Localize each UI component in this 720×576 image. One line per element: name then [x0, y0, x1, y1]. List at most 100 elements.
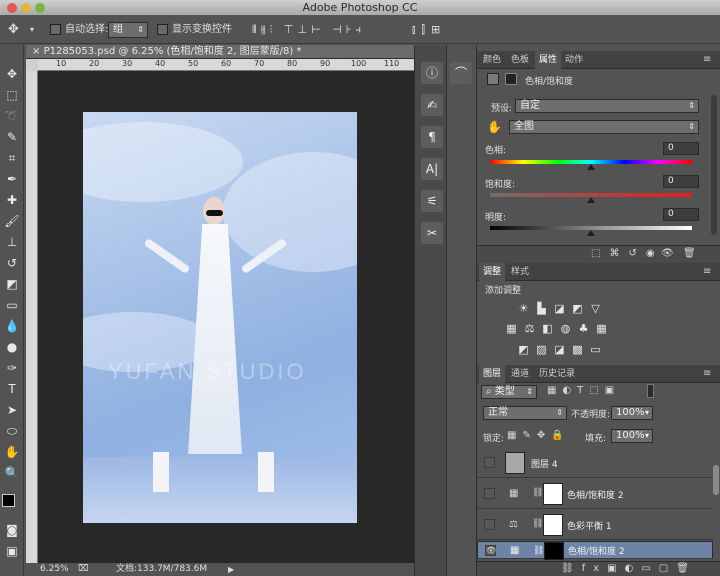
threshold-icon[interactable]: ◪ — [553, 343, 566, 356]
layers-footer-icons[interactable]: ⛓fx▣◐▭▢🗑 — [561, 563, 697, 574]
document-tab[interactable]: × P1285053.psd @ 6.25% (色相/饱和度 2, 图层蒙版/8… — [26, 45, 414, 59]
path-icon[interactable]: ⌒ — [450, 62, 472, 84]
tab-history[interactable]: 历史记录 — [539, 365, 575, 383]
distribute-icons[interactable]: ⫾⫿⊞ — [412, 22, 446, 38]
stamp-tool-icon[interactable]: ⊥ — [3, 233, 21, 251]
curves-icon[interactable]: ◪ — [553, 302, 566, 315]
layer-filter-dropdown[interactable]: ⌕ 类型 ⇕ — [481, 385, 537, 399]
auto-select-dropdown[interactable]: 组 ⇕ — [108, 22, 148, 38]
healing-tool-icon[interactable]: ✚ — [3, 191, 21, 209]
chevron-down-icon[interactable]: ▾ — [30, 22, 34, 38]
brush-tool-icon[interactable]: 🖌 — [3, 212, 21, 230]
gradient-tool-icon[interactable]: ▭ — [3, 296, 21, 314]
tab-swatches[interactable]: 色板 — [511, 51, 529, 69]
panel-menu-icon[interactable]: ≡ — [703, 263, 711, 281]
zoom-window-button[interactable] — [35, 3, 45, 13]
close-window-button[interactable] — [7, 3, 17, 13]
link-icon[interactable]: ⛓ — [532, 488, 543, 498]
photo-filter-icon[interactable]: ◍ — [559, 322, 572, 335]
layer-mask-thumbnail[interactable] — [543, 514, 563, 536]
levels-icon[interactable]: ▙ — [535, 302, 548, 315]
eraser-tool-icon[interactable]: ◩ — [3, 275, 21, 293]
document-image[interactable]: YUFAN STUDIO — [83, 112, 357, 523]
color-balance-icon[interactable]: ⚖ — [523, 322, 536, 335]
invert-icon[interactable]: ◩ — [517, 343, 530, 356]
paragraph-icon[interactable]: ¶ — [421, 126, 443, 148]
shape-tool-icon[interactable]: ⬭ — [3, 422, 21, 440]
history-brush-icon[interactable]: ↺ — [3, 254, 21, 272]
blend-mode-dropdown[interactable]: 正常 ⇕ — [483, 406, 567, 420]
layer-row[interactable]: ▦ ⛓ 色相/饱和度 2 — [477, 479, 713, 509]
visibility-toggle[interactable] — [484, 519, 495, 530]
show-transform-checkbox[interactable] — [157, 24, 168, 35]
exposure-icon[interactable]: ◩ — [571, 302, 584, 315]
quick-mask-icon[interactable]: ◙ — [3, 521, 21, 539]
marquee-tool-icon[interactable]: ⬚ — [3, 86, 21, 104]
pen-tool-icon[interactable]: ✑ — [3, 359, 21, 377]
quick-select-tool-icon[interactable]: ✎ — [3, 128, 21, 146]
channel-mixer-icon[interactable]: ♣ — [577, 322, 590, 335]
preset-dropdown[interactable]: 自定 ⇕ — [515, 99, 699, 113]
layer-mask-thumbnail[interactable] — [543, 483, 563, 505]
blur-tool-icon[interactable]: 💧 — [3, 317, 21, 335]
screen-mode-icon[interactable]: ▣ — [3, 542, 21, 560]
target-adjust-icon[interactable]: ✋ — [487, 120, 502, 134]
hue-slider-thumb[interactable] — [587, 164, 595, 170]
hue-input[interactable]: 0 — [663, 142, 699, 155]
layers-scrollbar[interactable] — [713, 465, 719, 495]
lasso-tool-icon[interactable]: ➰ — [3, 107, 21, 125]
move-tool-icon[interactable]: ✥ — [8, 22, 19, 38]
path-select-tool-icon[interactable]: ➤ — [3, 401, 21, 419]
auto-select-checkbox[interactable] — [50, 24, 61, 35]
foreground-color-swatch[interactable] — [2, 494, 15, 507]
layer-filter-icons[interactable]: ▦◐T⬚▣ — [547, 385, 620, 396]
fill-field[interactable]: 100% ▾ — [611, 429, 653, 443]
lightness-slider-thumb[interactable] — [587, 230, 595, 236]
selective-color-icon[interactable]: ▩ — [571, 343, 584, 356]
eyedropper-tool-icon[interactable]: ✒ — [3, 170, 21, 188]
delete-icon[interactable]: 🗑 — [683, 248, 696, 259]
channel-dropdown[interactable]: 全图 ⇕ — [509, 120, 699, 134]
align-icons[interactable]: ⫴⫵⫶ ⊤⊥⊢ ⊣⊦⫞ — [252, 22, 365, 38]
tab-styles[interactable]: 样式 — [511, 263, 529, 281]
black-white-icon[interactable]: ◧ — [541, 322, 554, 335]
visibility-toggle[interactable] — [484, 488, 495, 499]
visibility-eye-icon[interactable]: 👁 — [661, 248, 674, 259]
vertical-ruler[interactable] — [26, 71, 38, 563]
link-icon[interactable]: ⛓ — [533, 544, 544, 558]
brightness-icon[interactable]: ☀ — [517, 302, 530, 315]
tab-actions[interactable]: 动作 — [565, 51, 583, 69]
zoom-level[interactable]: 6.25% — [40, 563, 69, 576]
properties-scrollbar[interactable] — [711, 95, 717, 235]
layer-row-selected[interactable]: 👁 ▦ ⛓ 色相/饱和度 2 — [477, 541, 713, 560]
tab-channels[interactable]: 通道 — [511, 365, 529, 383]
panel-menu-icon[interactable]: ≡ — [703, 51, 711, 69]
character-icon[interactable]: A| — [421, 158, 443, 180]
tool-preset-icon[interactable]: ✂ — [421, 222, 443, 244]
opacity-field[interactable]: 100% ▾ — [611, 406, 653, 420]
play-icon[interactable]: ▶ — [228, 563, 234, 576]
link-icon[interactable]: ⛓ — [532, 519, 543, 529]
posterize-icon[interactable]: ▨ — [535, 343, 548, 356]
type-tool-icon[interactable]: T — [3, 380, 21, 398]
hand-tool-icon[interactable]: ✋ — [3, 443, 21, 461]
layer-row[interactable]: 图层 4 — [477, 448, 713, 478]
filter-toggle[interactable] — [647, 384, 654, 398]
info-icon[interactable]: ⓘ — [421, 62, 443, 84]
layer-mask-thumbnail[interactable] — [544, 542, 564, 560]
lock-icons[interactable]: ▦✎✥🔒 — [507, 430, 570, 441]
visibility-toggle[interactable] — [484, 457, 495, 468]
hue-saturation-icon[interactable]: ▦ — [505, 322, 518, 335]
zoom-tool-icon[interactable]: 🔍 — [3, 464, 21, 482]
crop-tool-icon[interactable]: ⌗ — [3, 149, 21, 167]
tab-adjustments[interactable]: 调整 — [479, 263, 506, 281]
adjustment-icon[interactable]: ⚟ — [421, 190, 443, 212]
gradient-map-icon[interactable]: ▭ — [589, 343, 602, 356]
saturation-slider-thumb[interactable] — [587, 197, 595, 203]
tab-layers[interactable]: 图层 — [479, 365, 506, 383]
properties-footer-icons[interactable]: ⬚⌘↺◉ — [591, 248, 664, 259]
panel-menu-icon[interactable]: ≡ — [703, 365, 711, 383]
minimize-window-button[interactable] — [21, 3, 31, 13]
layer-row[interactable]: ⚖ ⛓ 色彩平衡 1 — [477, 510, 713, 540]
vibrance-icon[interactable]: ▽ — [589, 302, 602, 315]
